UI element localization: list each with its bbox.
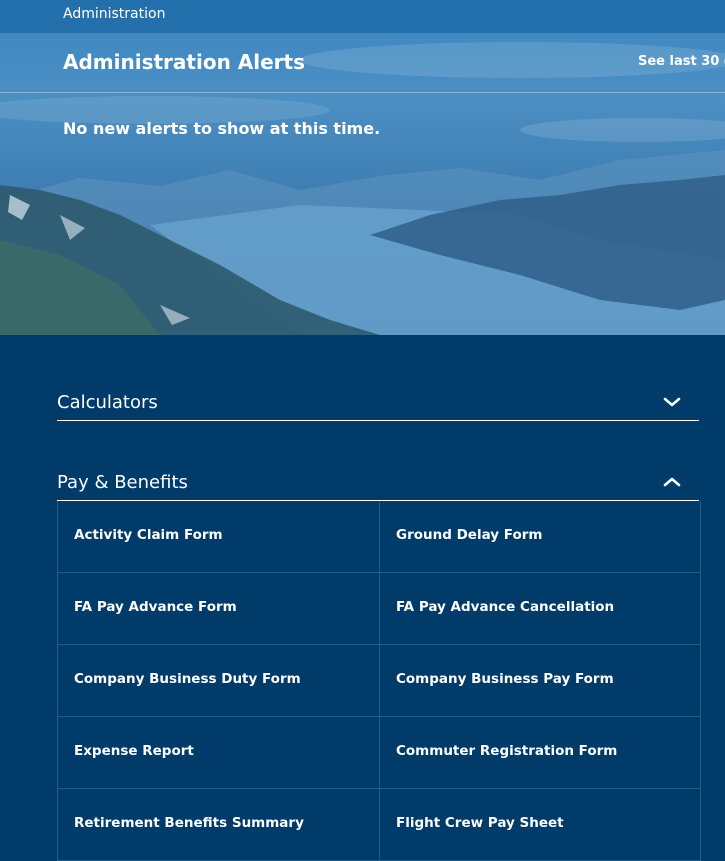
alerts-title: Administration Alerts bbox=[63, 50, 305, 74]
link-label[interactable]: Company Business Duty Form bbox=[74, 671, 301, 687]
alerts-divider bbox=[0, 92, 725, 93]
section-header-pay-benefits[interactable]: Pay & Benefits bbox=[57, 468, 699, 501]
section-title-pay-benefits: Pay & Benefits bbox=[57, 472, 188, 493]
link-expense-report[interactable]: Expense Report bbox=[58, 717, 380, 789]
link-label[interactable]: Company Business Pay Form bbox=[396, 671, 614, 687]
chevron-down-icon[interactable] bbox=[663, 396, 681, 408]
breadcrumb-administration[interactable]: Administration bbox=[63, 6, 165, 22]
section-header-calculators[interactable]: Calculators bbox=[57, 388, 699, 421]
link-label[interactable]: Commuter Registration Form bbox=[396, 743, 617, 759]
no-alerts-message: No new alerts to show at this time. bbox=[63, 119, 381, 138]
chevron-up-icon[interactable] bbox=[663, 476, 681, 488]
link-label[interactable]: FA Pay Advance Cancellation bbox=[396, 599, 614, 615]
link-retirement-benefits-summary[interactable]: Retirement Benefits Summary bbox=[58, 789, 380, 861]
link-label[interactable]: Retirement Benefits Summary bbox=[74, 815, 304, 831]
pay-benefits-links-grid: Activity Claim Form Ground Delay Form FA… bbox=[57, 501, 701, 861]
link-fa-pay-advance-cancellation[interactable]: FA Pay Advance Cancellation bbox=[380, 573, 701, 645]
link-label[interactable]: FA Pay Advance Form bbox=[74, 599, 237, 615]
link-commuter-registration-form[interactable]: Commuter Registration Form bbox=[380, 717, 701, 789]
link-flight-crew-pay-sheet[interactable]: Flight Crew Pay Sheet bbox=[380, 789, 701, 861]
link-fa-pay-advance-form[interactable]: FA Pay Advance Form bbox=[58, 573, 380, 645]
link-label[interactable]: Expense Report bbox=[74, 743, 194, 759]
link-label[interactable]: Activity Claim Form bbox=[74, 527, 223, 543]
section-title-calculators: Calculators bbox=[57, 392, 158, 413]
link-label[interactable]: Flight Crew Pay Sheet bbox=[396, 815, 564, 831]
link-company-business-pay-form[interactable]: Company Business Pay Form bbox=[380, 645, 701, 717]
see-last-30-days-link[interactable]: See last 30 da bbox=[638, 54, 725, 69]
link-label[interactable]: Ground Delay Form bbox=[396, 527, 542, 543]
top-nav-bar: Administration bbox=[0, 0, 725, 33]
link-company-business-duty-form[interactable]: Company Business Duty Form bbox=[58, 645, 380, 717]
link-ground-delay-form[interactable]: Ground Delay Form bbox=[380, 501, 701, 573]
link-activity-claim-form[interactable]: Activity Claim Form bbox=[58, 501, 380, 573]
